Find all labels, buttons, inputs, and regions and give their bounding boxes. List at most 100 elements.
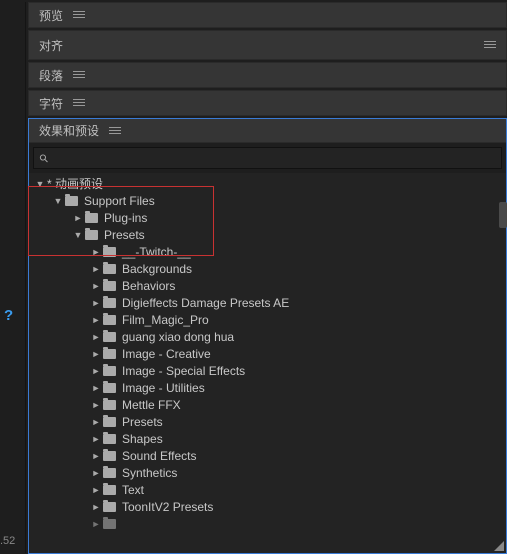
chevron-right-icon[interactable] [91,315,101,325]
tree-label: Presets [104,228,145,242]
tree-item-4[interactable]: Film_Magic_Pro [29,311,506,328]
tree-presets[interactable]: Presets [29,226,506,243]
chevron-right-icon[interactable] [91,519,101,529]
chevron-right-icon[interactable] [91,264,101,274]
folder-icon [103,281,116,291]
panel-paragraph[interactable]: 段落 [28,62,507,88]
chevron-right-icon[interactable] [91,502,101,512]
panel-title: 效果和预设 [39,122,99,139]
folder-icon [103,349,116,359]
folder-icon [103,519,116,529]
search-input[interactable]: ⚲ [33,147,502,169]
panel-title: 对齐 [39,37,63,54]
tree-label: Backgrounds [122,262,192,276]
tree-item-7[interactable]: Image - Special Effects [29,362,506,379]
folder-icon [103,298,116,308]
folder-icon [85,230,98,240]
chevron-right-icon[interactable] [91,468,101,478]
tree-label: Plug-ins [104,211,147,225]
tree-item-2[interactable]: Behaviors [29,277,506,294]
tree-item-10[interactable]: Presets [29,413,506,430]
chevron-right-icon[interactable] [91,349,101,359]
tree-label: __-Twitch-__ [122,245,191,259]
panel-title: 字符 [39,95,63,112]
menu-icon[interactable] [484,41,496,49]
folder-icon [103,417,116,427]
folder-icon [103,502,116,512]
folder-icon [103,485,116,495]
tree-item-6[interactable]: Image - Creative [29,345,506,362]
menu-icon[interactable] [73,11,85,19]
tree-label: Synthetics [122,466,177,480]
tree-plugins[interactable]: Plug-ins [29,209,506,226]
chevron-right-icon[interactable] [91,451,101,461]
chevron-down-icon[interactable] [53,196,63,206]
menu-icon[interactable] [109,127,121,135]
tree-label: Shapes [122,432,163,446]
menu-icon[interactable] [73,71,85,79]
tree-item-14[interactable]: Text [29,481,506,498]
chevron-right-icon[interactable] [91,332,101,342]
folder-icon [103,434,116,444]
chevron-right-icon[interactable] [91,400,101,410]
preset-tree: * 动画预设Support Files Plug-ins Presets __-Twi… [29,173,506,553]
tree-item-13[interactable]: Synthetics [29,464,506,481]
search-icon: ⚲ [37,151,52,166]
menu-icon[interactable] [73,99,85,107]
folder-icon [103,315,116,325]
tree-item-3[interactable]: Digieffects Damage Presets AE [29,294,506,311]
tree-support-files[interactable]: Support Files [29,192,506,209]
folder-icon [103,400,116,410]
chevron-right-icon[interactable] [91,298,101,308]
tree-item-0[interactable]: __-Twitch-__ [29,243,506,260]
tree-item-15[interactable]: ToonItV2 Presets [29,498,506,515]
help-icon[interactable]: ? [4,307,13,324]
panel-character[interactable]: 字符 [28,90,507,116]
tree-label: Text [122,483,144,497]
folder-icon [103,451,116,461]
chevron-down-icon[interactable] [35,179,45,189]
tree-label: Image - Utilities [122,381,205,395]
scrollbar-thumb[interactable] [499,202,507,228]
tree-label: Mettle FFX [122,398,181,412]
panel-align[interactable]: 对齐 [28,30,507,60]
chevron-right-icon[interactable] [91,366,101,376]
search-field[interactable] [52,151,495,166]
tree-label: ToonItV2 Presets [122,500,213,514]
folder-icon [65,196,78,206]
folder-icon [103,264,116,274]
folder-icon [85,213,98,223]
panel-title: 预览 [39,7,63,24]
panel-preview[interactable]: 预览 [28,2,507,28]
chevron-right-icon[interactable] [91,417,101,427]
tree-item-8[interactable]: Image - Utilities [29,379,506,396]
folder-icon [103,468,116,478]
tree-item-9[interactable]: Mettle FFX [29,396,506,413]
tree-label: Sound Effects [122,449,197,463]
chevron-right-icon[interactable] [91,434,101,444]
bottom-value: .52 [0,535,15,547]
chevron-right-icon[interactable] [91,281,101,291]
tree-label: Image - Special Effects [122,364,245,378]
chevron-right-icon[interactable] [91,247,101,257]
tree-label: Digieffects Damage Presets AE [122,296,289,310]
effects-panel: 效果和预设 ⚲ * 动画预设Support Files Plug-ins Prese… [28,118,507,554]
chevron-down-icon[interactable] [73,230,83,240]
tree-root[interactable]: * 动画预设 [29,175,506,192]
folder-icon [103,366,116,376]
chevron-right-icon[interactable] [73,213,83,223]
tree-label: Presets [122,415,163,429]
tree-item-12[interactable]: Sound Effects [29,447,506,464]
panel-title: 段落 [39,67,63,84]
tree-item-1[interactable]: Backgrounds [29,260,506,277]
resize-corner-icon[interactable] [490,537,504,551]
folder-icon [103,332,116,342]
tree-label: Behaviors [122,279,175,293]
tree-item-more[interactable] [29,515,506,532]
chevron-right-icon[interactable] [91,485,101,495]
chevron-right-icon[interactable] [91,383,101,393]
effects-header[interactable]: 效果和预设 [29,119,506,143]
tree-item-5[interactable]: guang xiao dong hua [29,328,506,345]
tree-item-11[interactable]: Shapes [29,430,506,447]
tree-label: * 动画预设 [47,175,103,192]
